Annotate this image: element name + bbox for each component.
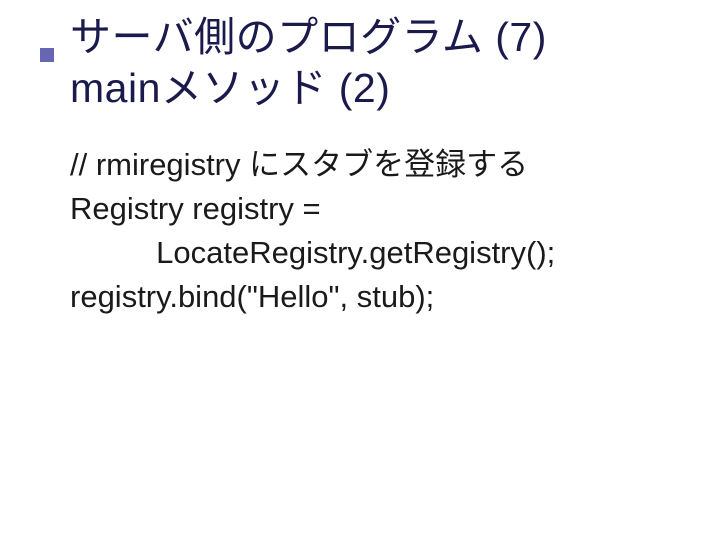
code-line-3: LocateRegistry.getRegistry(); [70,231,680,275]
title-block: サーバ側のプログラム (7) mainメソッド (2) [40,12,680,115]
slide-title: サーバ側のプログラム (7) mainメソッド (2) [70,12,680,115]
slide-container: サーバ側のプログラム (7) mainメソッド (2) // rmiregist… [0,0,720,319]
title-line-1: サーバ側のプログラム (7) [70,12,680,63]
code-line-4: registry.bind("Hello", stub); [70,275,680,319]
title-bullet-icon [40,48,54,62]
code-line-1: // rmiregistry にスタブを登録する [70,143,680,187]
code-line-2: Registry registry = [70,187,680,231]
title-line-2: mainメソッド (2) [70,63,680,114]
code-block: // rmiregistry にスタブを登録する Registry regist… [40,143,680,319]
